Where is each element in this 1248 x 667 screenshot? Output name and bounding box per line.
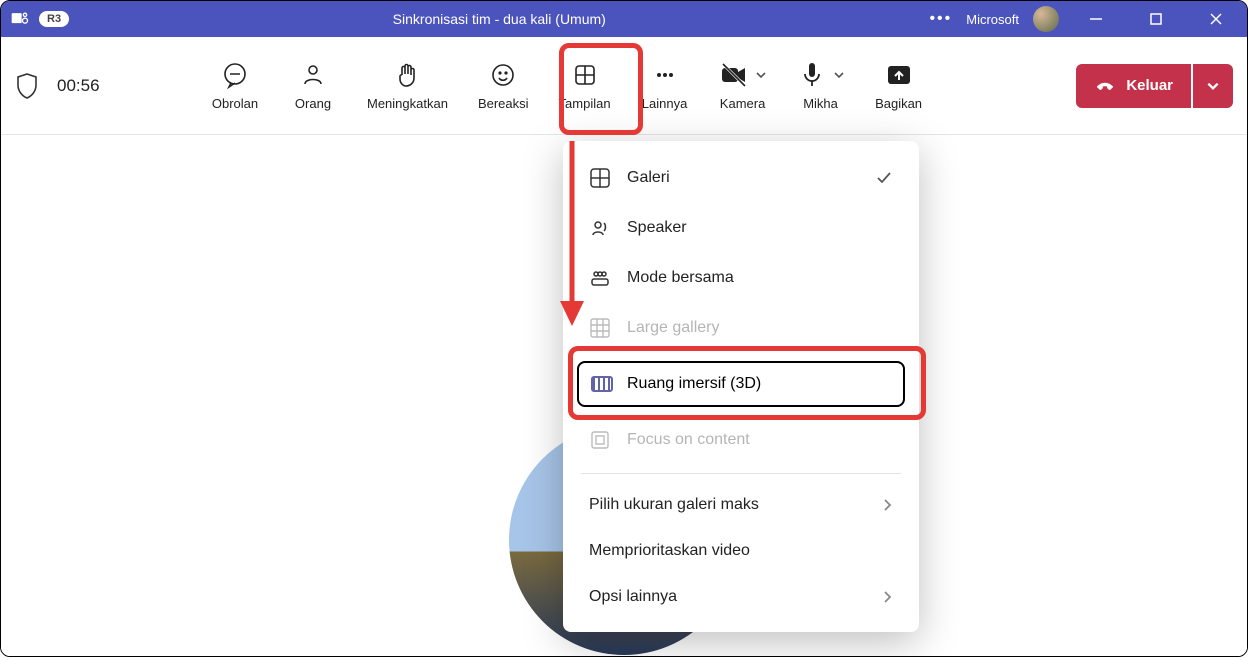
check-icon <box>875 169 893 187</box>
grid-icon <box>570 60 600 90</box>
avatar[interactable] <box>1033 6 1059 32</box>
share-screen-icon <box>884 60 914 90</box>
together-mode-icon <box>589 267 611 289</box>
org-badge: R3 <box>39 11 69 27</box>
view-together-item[interactable]: Mode bersama <box>563 253 919 303</box>
grid-icon <box>589 167 611 189</box>
react-button[interactable]: Bereaksi <box>478 60 529 111</box>
call-timer: 00:56 <box>57 76 100 96</box>
view-speaker-item[interactable]: Speaker <box>563 203 919 253</box>
view-immersive-item[interactable]: Ruang imersif (3D) <box>577 361 905 407</box>
close-button[interactable] <box>1193 1 1239 37</box>
leave-more-button[interactable] <box>1193 64 1233 108</box>
view-large-gallery-item: Large gallery <box>563 303 919 353</box>
chat-icon <box>220 60 250 90</box>
meeting-title: Sinkronisasi tim - dua kali (Umum) <box>69 11 929 27</box>
mic-icon <box>797 60 827 90</box>
account-name[interactable]: Microsoft <box>966 12 1019 27</box>
menu-separator <box>581 473 901 474</box>
view-focus-item: Focus on content <box>563 415 919 465</box>
svg-text:T: T <box>14 13 19 23</box>
chevron-down-icon[interactable] <box>833 69 845 81</box>
titlebar-more-icon[interactable]: ••• <box>929 10 952 28</box>
chevron-down-icon[interactable] <box>755 69 767 81</box>
raise-hand-button[interactable]: Meningkatkan <box>367 60 448 111</box>
maximize-button[interactable] <box>1133 1 1179 37</box>
view-gallery-item[interactable]: Galeri <box>563 153 919 203</box>
immersive-space-icon <box>591 376 613 392</box>
people-icon <box>298 60 328 90</box>
hangup-icon <box>1094 75 1116 97</box>
mic-button[interactable]: Mikha <box>797 60 845 111</box>
camera-off-icon <box>719 60 749 90</box>
chevron-down-icon <box>1206 79 1220 93</box>
more-button[interactable]: Lainnya <box>641 60 689 111</box>
people-button[interactable]: Orang <box>289 60 337 111</box>
ellipsis-icon <box>650 60 680 90</box>
shield-icon[interactable] <box>15 72 39 100</box>
share-button[interactable]: Bagikan <box>875 60 923 111</box>
focus-content-icon <box>589 429 611 451</box>
teams-app-icon: T <box>9 8 31 30</box>
large-grid-icon <box>589 317 611 339</box>
title-bar: T R3 Sinkronisasi tim - dua kali (Umum) … <box>1 1 1247 37</box>
person-speaking-icon <box>589 217 611 239</box>
camera-button[interactable]: Kamera <box>719 60 767 111</box>
chevron-right-icon <box>881 498 893 512</box>
smile-icon <box>488 60 518 90</box>
meeting-toolbar: 00:56 Obrolan Orang Meningkatkan <box>1 37 1247 135</box>
choose-gallery-size-item[interactable]: Pilih ukuran galeri maks <box>563 482 919 528</box>
hand-icon <box>392 60 422 90</box>
more-options-item[interactable]: Opsi lainnya <box>563 574 919 620</box>
view-button[interactable]: Tampilan <box>559 60 611 111</box>
view-menu: Galeri Speaker Mode bersama Large galler… <box>563 141 919 632</box>
leave-button[interactable]: Keluar <box>1076 64 1191 108</box>
chevron-right-icon <box>881 590 893 604</box>
minimize-button[interactable] <box>1073 1 1119 37</box>
chat-button[interactable]: Obrolan <box>211 60 259 111</box>
prioritize-video-item[interactable]: Memprioritaskan video <box>563 528 919 574</box>
